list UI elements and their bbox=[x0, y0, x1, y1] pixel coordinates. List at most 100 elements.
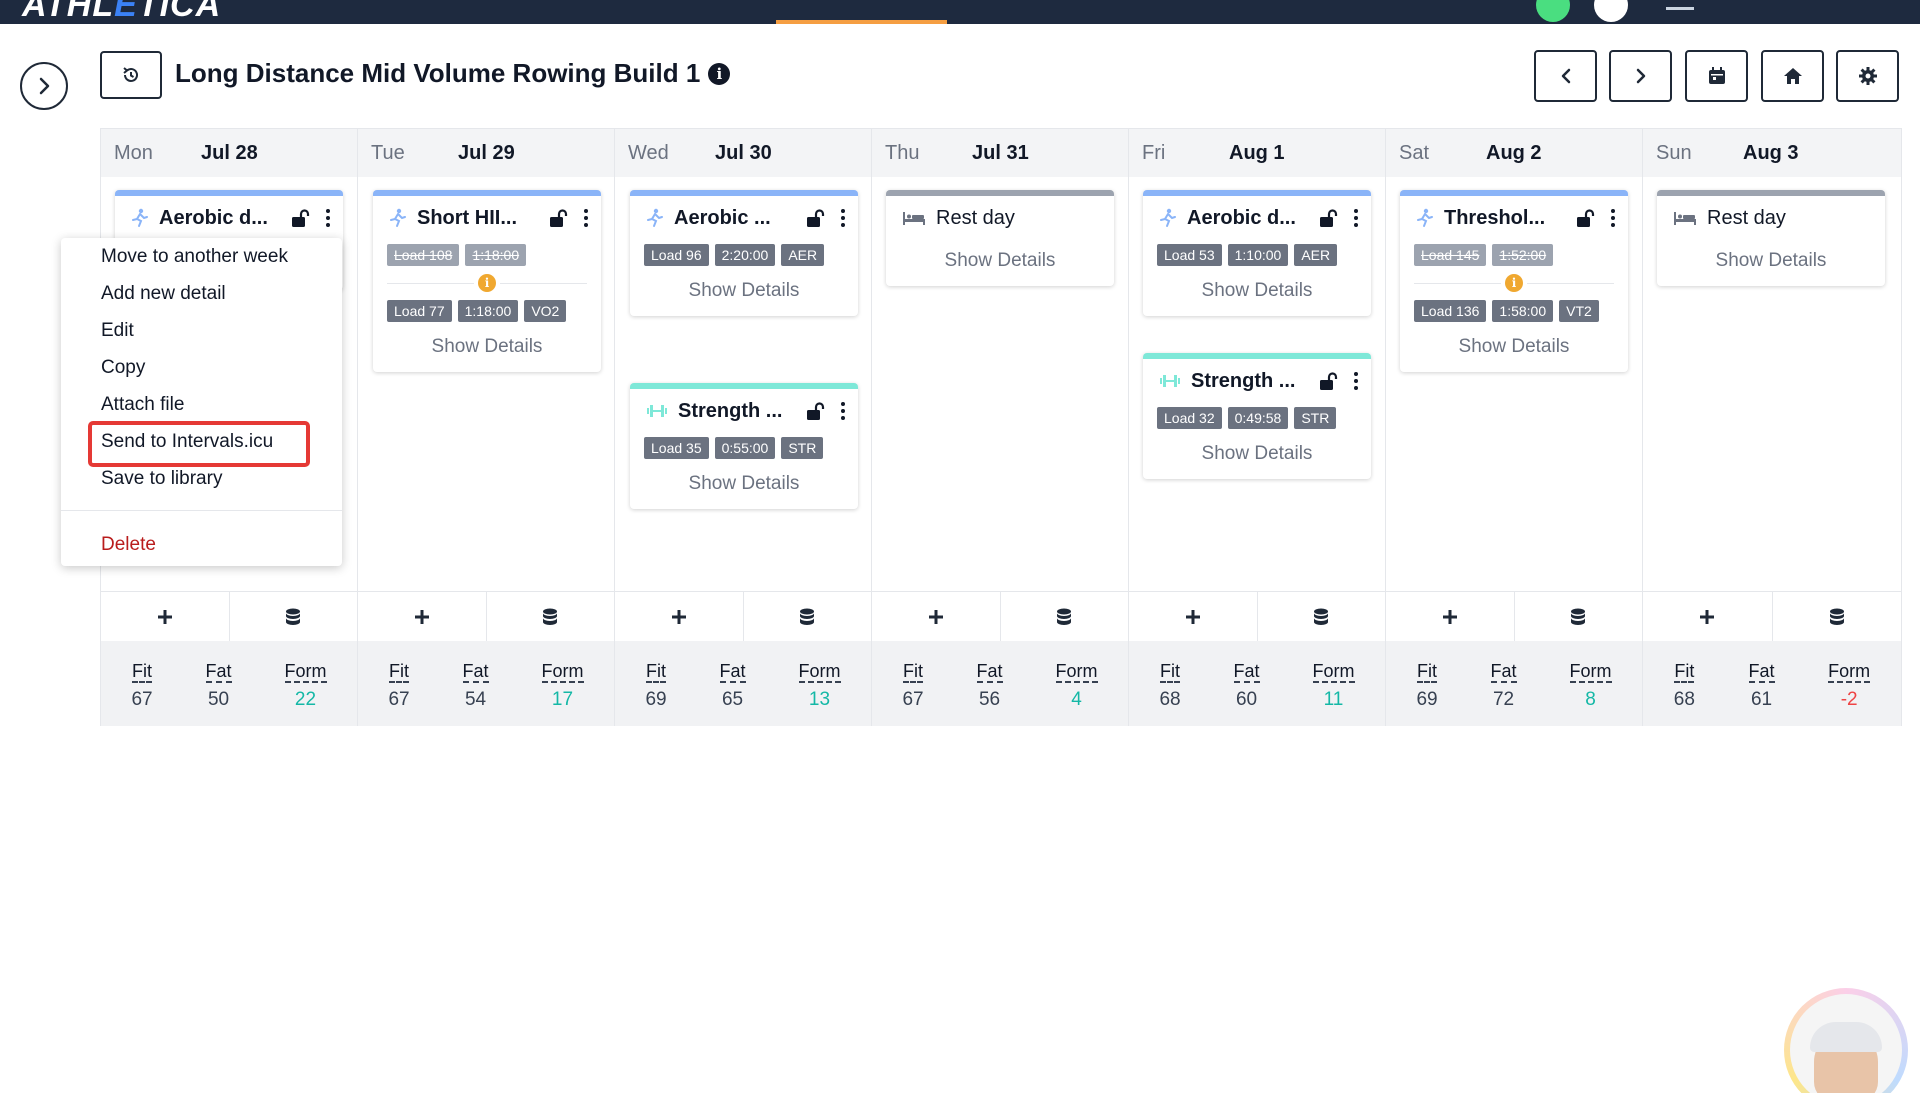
library-button[interactable] bbox=[744, 592, 872, 641]
more-options-icon[interactable] bbox=[1349, 209, 1363, 227]
add-workout-button[interactable] bbox=[1129, 592, 1258, 641]
show-details-link[interactable]: Show Details bbox=[1400, 326, 1628, 372]
workout-card-short-hiit[interactable]: Short HII... Load 108 1:18:00 i Load 77 … bbox=[373, 190, 601, 372]
library-button[interactable] bbox=[487, 592, 615, 641]
add-workout-button[interactable] bbox=[1386, 592, 1515, 641]
workout-card-aerobic[interactable]: Aerobic ... Load 96 2:20:00 AER Show Det… bbox=[630, 190, 858, 316]
load-tag[interactable]: Load 96 bbox=[644, 244, 709, 266]
unlock-icon[interactable] bbox=[1317, 370, 1339, 392]
zone-tag[interactable]: AER bbox=[1294, 244, 1338, 266]
library-button[interactable] bbox=[1258, 592, 1386, 641]
workout-card-aerobic[interactable]: Aerobic d... Load 53 1:10:00 AER Show De… bbox=[1143, 190, 1371, 316]
fatigue-stat[interactable]: Fat 54 bbox=[462, 641, 489, 726]
workout-card-strength[interactable]: Strength ... Load 32 0:49:58 STR Show De… bbox=[1143, 353, 1371, 479]
show-details-link[interactable]: Show Details bbox=[373, 326, 601, 372]
zone-tag[interactable]: VT2 bbox=[1559, 300, 1599, 322]
show-details-link[interactable]: Show Details bbox=[886, 240, 1114, 286]
monitor-icon[interactable] bbox=[1666, 0, 1694, 10]
library-button[interactable] bbox=[1773, 592, 1902, 641]
form-stat[interactable]: Form -2 bbox=[1828, 641, 1871, 726]
more-options-icon[interactable] bbox=[579, 209, 593, 227]
workout-card-threshold[interactable]: Threshol... Load 145 1:52:00 i Load 136 … bbox=[1400, 190, 1628, 372]
zone-tag[interactable]: VO2 bbox=[524, 300, 567, 322]
library-button[interactable] bbox=[1001, 592, 1129, 641]
fatigue-stat[interactable]: Fat 60 bbox=[1233, 641, 1260, 726]
form-stat[interactable]: Form 22 bbox=[284, 641, 327, 726]
old-load-tag[interactable]: Load 108 bbox=[387, 244, 460, 266]
add-workout-button[interactable] bbox=[615, 592, 744, 641]
add-workout-button[interactable] bbox=[872, 592, 1001, 641]
more-options-icon[interactable] bbox=[836, 402, 850, 420]
unlock-icon[interactable] bbox=[289, 207, 311, 229]
menu-item-copy[interactable]: Copy bbox=[101, 357, 145, 379]
library-button[interactable] bbox=[230, 592, 358, 641]
form-stat[interactable]: Form 13 bbox=[798, 641, 841, 726]
menu-item-move-week[interactable]: Move to another week bbox=[101, 246, 288, 268]
sidebar-toggle-button[interactable] bbox=[20, 62, 68, 110]
more-options-icon[interactable] bbox=[836, 209, 850, 227]
zone-tag[interactable]: STR bbox=[781, 437, 824, 459]
fitness-stat[interactable]: Fit 68 bbox=[1159, 641, 1180, 726]
menu-item-delete[interactable]: Delete bbox=[101, 534, 156, 556]
add-workout-button[interactable] bbox=[358, 592, 487, 641]
more-options-icon[interactable] bbox=[1349, 372, 1363, 390]
zone-tag[interactable]: STR bbox=[1294, 407, 1337, 429]
fatigue-stat[interactable]: Fat 56 bbox=[976, 641, 1003, 726]
menu-item-save-library[interactable]: Save to library bbox=[101, 468, 222, 490]
fitness-stat[interactable]: Fit 68 bbox=[1674, 641, 1695, 726]
show-details-link[interactable]: Show Details bbox=[630, 270, 858, 316]
library-button[interactable] bbox=[1515, 592, 1643, 641]
show-details-link[interactable]: Show Details bbox=[1143, 270, 1371, 316]
show-details-link[interactable]: Show Details bbox=[630, 463, 858, 509]
status-indicator[interactable] bbox=[1536, 0, 1570, 22]
load-tag[interactable]: Load 77 bbox=[387, 300, 452, 322]
prev-week-button[interactable] bbox=[1534, 50, 1597, 102]
add-workout-button[interactable] bbox=[101, 592, 230, 641]
home-button[interactable] bbox=[1761, 50, 1824, 102]
info-icon[interactable]: i bbox=[708, 62, 731, 85]
fitness-stat[interactable]: Fit 67 bbox=[131, 641, 152, 726]
fatigue-stat[interactable]: Fat 61 bbox=[1748, 641, 1775, 726]
menu-item-attach-file[interactable]: Attach file bbox=[101, 394, 184, 416]
load-tag[interactable]: Load 35 bbox=[644, 437, 709, 459]
unlock-icon[interactable] bbox=[804, 400, 826, 422]
help-icon[interactable] bbox=[1594, 0, 1628, 22]
next-week-button[interactable] bbox=[1609, 50, 1672, 102]
unlock-icon[interactable] bbox=[547, 207, 569, 229]
load-tag[interactable]: Load 53 bbox=[1157, 244, 1222, 266]
unlock-icon[interactable] bbox=[1317, 207, 1339, 229]
fitness-stat[interactable]: Fit 67 bbox=[902, 641, 923, 726]
show-details-link[interactable]: Show Details bbox=[1143, 433, 1371, 479]
fatigue-stat[interactable]: Fat 72 bbox=[1490, 641, 1517, 726]
add-workout-button[interactable] bbox=[1643, 592, 1773, 641]
more-options-icon[interactable] bbox=[1606, 209, 1620, 227]
workout-card-rest-day[interactable]: Rest day Show Details bbox=[1657, 190, 1885, 286]
zone-tag[interactable]: AER bbox=[781, 244, 825, 266]
more-options-icon[interactable] bbox=[321, 209, 335, 227]
old-load-tag[interactable]: Load 145 bbox=[1414, 244, 1487, 266]
unlock-icon[interactable] bbox=[1574, 207, 1596, 229]
support-avatar[interactable] bbox=[1784, 988, 1908, 1093]
fatigue-stat[interactable]: Fat 65 bbox=[719, 641, 746, 726]
load-tag[interactable]: Load 32 bbox=[1157, 407, 1222, 429]
show-details-link[interactable]: Show Details bbox=[1657, 240, 1885, 286]
form-stat[interactable]: Form 17 bbox=[541, 641, 584, 726]
fatigue-stat[interactable]: Fat 50 bbox=[205, 641, 232, 726]
menu-item-edit[interactable]: Edit bbox=[101, 320, 134, 342]
history-button[interactable] bbox=[100, 51, 162, 99]
form-stat[interactable]: Form 8 bbox=[1569, 641, 1612, 726]
unlock-icon[interactable] bbox=[804, 207, 826, 229]
load-tag[interactable]: Load 136 bbox=[1414, 300, 1487, 322]
app-logo[interactable]: ATHLETICA bbox=[22, 0, 221, 25]
form-stat[interactable]: Form 4 bbox=[1055, 641, 1098, 726]
settings-button[interactable] bbox=[1836, 50, 1899, 102]
workout-card-strength[interactable]: Strength ... Load 35 0:55:00 STR Show De… bbox=[630, 383, 858, 509]
workout-card-rest-day[interactable]: Rest day Show Details bbox=[886, 190, 1114, 286]
menu-item-add-detail[interactable]: Add new detail bbox=[101, 283, 226, 305]
fitness-stat[interactable]: Fit 69 bbox=[645, 641, 666, 726]
warning-icon[interactable]: i bbox=[478, 274, 496, 292]
form-stat[interactable]: Form 11 bbox=[1312, 641, 1355, 726]
fitness-stat[interactable]: Fit 67 bbox=[388, 641, 409, 726]
warning-icon[interactable]: i bbox=[1505, 274, 1523, 292]
calendar-button[interactable] bbox=[1685, 50, 1748, 102]
